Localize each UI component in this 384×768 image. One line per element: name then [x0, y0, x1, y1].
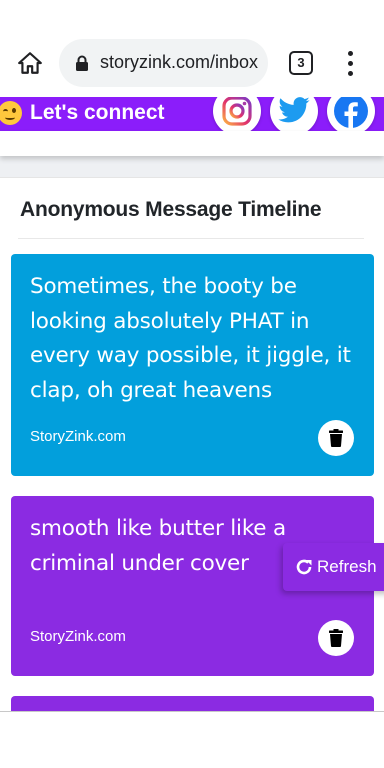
refresh-icon — [296, 559, 312, 575]
message-timeline: Anonymous Message Timeline Sometimes, th… — [0, 177, 384, 711]
lock-icon — [76, 55, 88, 71]
divider — [18, 238, 364, 239]
delete-message-button[interactable] — [318, 620, 354, 656]
instagram-button[interactable] — [213, 97, 261, 135]
instagram-icon — [222, 97, 252, 126]
message-card: Sometimes, the booty be looking absolute… — [11, 254, 374, 476]
url-text: storyzink.com/inbox — [100, 52, 259, 72]
address-bar[interactable]: storyzink.com/inbox — [59, 39, 268, 87]
message-text: Sometimes, the booty be looking absolute… — [30, 274, 351, 403]
winking-emoji-icon — [0, 101, 22, 125]
facebook-button[interactable] — [327, 97, 375, 135]
trash-icon — [329, 429, 343, 447]
refresh-label: Refresh — [317, 557, 377, 576]
facebook-icon — [334, 97, 368, 129]
message-footer: StoryZink.com — [30, 628, 126, 645]
message-footer: StoryZink.com — [30, 428, 126, 445]
header-label: Let's connect — [30, 101, 165, 124]
header-title: Let's connect — [0, 99, 165, 127]
twitter-icon — [278, 97, 310, 123]
header-shadow-band — [0, 131, 384, 156]
page-content: Let's connect Anonymous Message Timeline… — [0, 97, 384, 711]
home-icon[interactable] — [17, 50, 43, 76]
bottom-bar — [0, 711, 384, 768]
browser-toolbar: storyzink.com/inbox 3 — [0, 0, 384, 97]
delete-message-button[interactable] — [318, 420, 354, 456]
timeline-title: Anonymous Message Timeline — [20, 198, 322, 221]
more-vert-icon[interactable] — [340, 51, 360, 77]
tab-switcher-button[interactable]: 3 — [289, 51, 313, 75]
connect-header: Let's connect — [0, 97, 384, 135]
trash-icon — [329, 629, 343, 647]
twitter-button[interactable] — [270, 97, 318, 135]
refresh-button[interactable]: Refresh — [283, 543, 384, 591]
message-card — [11, 696, 374, 711]
